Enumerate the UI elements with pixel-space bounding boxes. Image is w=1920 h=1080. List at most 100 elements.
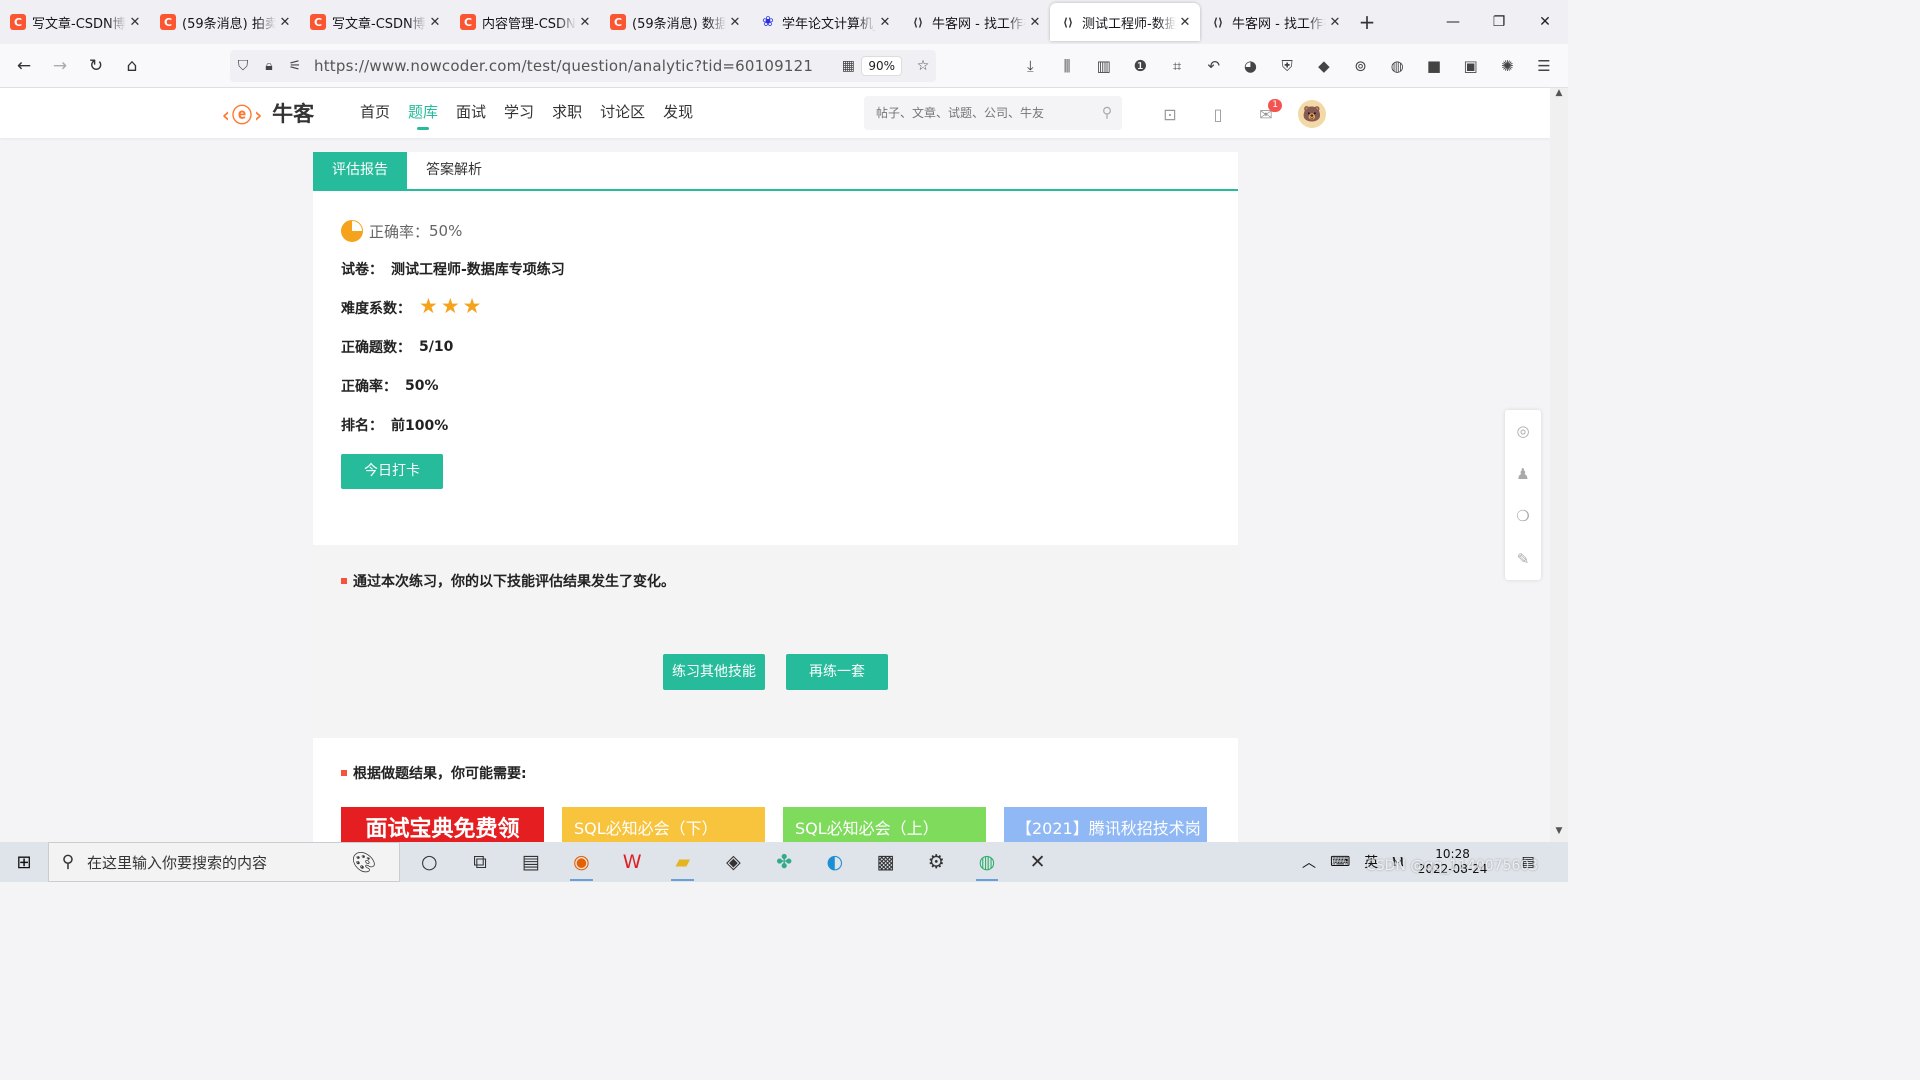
task-view-icon[interactable]: ⧉ bbox=[455, 842, 506, 882]
search-icon[interactable]: ⚲ bbox=[1092, 105, 1122, 121]
taskbar-search[interactable]: ⚲ 在这里输入你要搜索的内容 🎨︎ bbox=[48, 842, 400, 882]
zoom-level[interactable]: 90% bbox=[861, 56, 902, 76]
nowcoder-icon: ⟨⟩ bbox=[1212, 15, 1224, 29]
scroll-down-icon[interactable]: ▼ bbox=[1550, 826, 1568, 842]
bookmark-star-icon[interactable]: ☆ bbox=[910, 58, 936, 74]
qr-code-icon[interactable]: ▦ bbox=[835, 58, 861, 74]
practice-other-skills-button[interactable]: 练习其他技能 bbox=[663, 654, 765, 690]
screen-recorder-icon[interactable]: ▩ bbox=[860, 842, 911, 882]
message-icon[interactable]: ✉ 1 bbox=[1242, 99, 1290, 127]
extension-globe-icon[interactable]: ◍ bbox=[1379, 52, 1416, 80]
close-tab-icon[interactable]: ✕ bbox=[1028, 15, 1042, 30]
browser-tab[interactable]: C内容管理-CSDN创✕ bbox=[450, 0, 600, 44]
browser-tab[interactable]: ⟨⟩ 牛客网 - 找工作神 ✕ bbox=[900, 0, 1050, 44]
nav-jobs[interactable]: 求职 bbox=[544, 88, 590, 138]
close-tab-icon[interactable]: ✕ bbox=[878, 15, 892, 30]
wps-icon[interactable]: W bbox=[607, 842, 658, 882]
practice-again-button[interactable]: 再练一套 bbox=[786, 654, 888, 690]
keyboard-icon[interactable]: ⌨ bbox=[1330, 854, 1350, 870]
recommendation-card[interactable]: 面试宝典免费领 bbox=[341, 807, 544, 842]
close-window-button[interactable]: ✕ bbox=[1522, 0, 1568, 44]
file-explorer-icon[interactable]: ▰ bbox=[657, 842, 708, 882]
wechat-icon[interactable]: ◍ bbox=[962, 842, 1013, 882]
nav-discuss[interactable]: 讨论区 bbox=[592, 88, 653, 138]
wechat-icon[interactable]: ❍ bbox=[1516, 507, 1529, 525]
feedback-icon[interactable]: ✎ bbox=[1517, 550, 1530, 568]
file-manager-icon[interactable]: ▤ bbox=[505, 842, 556, 882]
weibo-icon[interactable]: ◎ bbox=[1516, 422, 1529, 440]
cortana-icon[interactable]: ○ bbox=[404, 842, 455, 882]
browser-tab[interactable]: C (59条消息) 拍卖 ✕ bbox=[150, 0, 300, 44]
extension-chat-icon[interactable]: ◕ bbox=[1232, 52, 1269, 80]
extension-dark-icon[interactable]: ■ bbox=[1416, 52, 1453, 80]
tools-icon[interactable]: ✕ bbox=[1012, 842, 1063, 882]
undo-icon[interactable]: ↶ bbox=[1195, 52, 1232, 80]
nav-interview[interactable]: 面试 bbox=[448, 88, 494, 138]
new-tab-button[interactable]: + bbox=[1350, 0, 1384, 44]
nowcoder-logo-icon: ‹ⓔ› bbox=[220, 102, 265, 127]
photos-icon[interactable]: ✤ bbox=[759, 842, 810, 882]
reload-button[interactable]: ↻ bbox=[78, 50, 114, 82]
extension-shield-icon[interactable]: ⛨ bbox=[1269, 52, 1306, 80]
nav-home[interactable]: 首页 bbox=[352, 88, 398, 138]
browser-tab[interactable]: C(59条消息) 数据库✕ bbox=[600, 0, 750, 44]
crop-icon[interactable]: ⌗ bbox=[1159, 52, 1196, 80]
tab-assessment-report[interactable]: 评估报告 bbox=[313, 152, 407, 189]
lock-icon[interactable]: 🔒︎ bbox=[256, 58, 282, 74]
menu-icon[interactable]: ☰ bbox=[1526, 52, 1563, 80]
app-download-icon[interactable]: ▯ bbox=[1194, 101, 1242, 127]
shield-icon[interactable]: ⛉ bbox=[230, 58, 256, 74]
recommendation-card[interactable]: SQL必知必会（上） bbox=[783, 807, 986, 842]
close-tab-icon[interactable]: ✕ bbox=[128, 15, 142, 30]
extension-green-icon[interactable]: ▣ bbox=[1452, 52, 1489, 80]
library-icon[interactable]: ⫼ bbox=[1049, 52, 1086, 80]
site-logo[interactable]: ‹ⓔ› 牛客 bbox=[220, 98, 314, 128]
extension-colorful-icon[interactable]: ◆ bbox=[1306, 52, 1343, 80]
share-float-bar: ◎ ♟ ❍ ✎ bbox=[1505, 410, 1541, 580]
sidebar-icon[interactable]: ▥ bbox=[1085, 52, 1122, 80]
home-button[interactable]: ⌂ bbox=[114, 50, 150, 82]
browser-tab[interactable]: ⟨⟩ 牛客网 - 找工作神 ✕ bbox=[1200, 0, 1350, 44]
recruit-icon[interactable]: ⊡ bbox=[1146, 101, 1194, 127]
recommendation-card[interactable]: 【2021】腾讯秋招技术岗 bbox=[1004, 807, 1207, 842]
extension-wheel-icon[interactable]: ✺ bbox=[1489, 52, 1526, 80]
notes-icon[interactable]: ◈ bbox=[708, 842, 759, 882]
close-tab-icon[interactable]: ✕ bbox=[728, 15, 742, 30]
search-highlight-icon: 🎨︎ bbox=[351, 850, 377, 874]
browser-tab[interactable]: C写文章-CSDN博客✕ bbox=[300, 0, 450, 44]
close-tab-icon[interactable]: ✕ bbox=[578, 15, 592, 30]
tray-chevron-icon[interactable]: ︿ bbox=[1302, 852, 1316, 872]
close-tab-icon[interactable]: ✕ bbox=[278, 15, 292, 30]
nav-discover[interactable]: 发现 bbox=[655, 88, 701, 138]
firefox-icon[interactable]: ◉ bbox=[556, 842, 607, 882]
nav-learn[interactable]: 学习 bbox=[496, 88, 542, 138]
tab-answer-analysis[interactable]: 答案解析 bbox=[407, 152, 501, 189]
forward-button[interactable]: → bbox=[42, 50, 78, 82]
windows-start-icon[interactable]: ⊞ bbox=[0, 842, 48, 882]
browser-tab[interactable]: ❀ 学年论文计算机_ ✕ bbox=[750, 0, 900, 44]
avatar[interactable]: 🐻 bbox=[1298, 100, 1326, 128]
back-button[interactable]: ← bbox=[6, 50, 42, 82]
close-tab-icon[interactable]: ✕ bbox=[428, 15, 442, 30]
url-bar[interactable]: ⛉ 🔒︎ ⚟ https://www.nowcoder.com/test/que… bbox=[230, 50, 936, 82]
restore-button[interactable]: ❐ bbox=[1476, 0, 1522, 44]
qq-icon[interactable]: ♟ bbox=[1516, 465, 1529, 483]
recommendation-card[interactable]: SQL必知必会（下） bbox=[562, 807, 765, 842]
browser-tab[interactable]: C写文章-CSDN博客✕ bbox=[0, 0, 150, 44]
site-search-input[interactable] bbox=[864, 106, 1092, 120]
checkin-button[interactable]: 今日打卡 bbox=[341, 454, 443, 489]
extension-1-icon[interactable]: ❶ bbox=[1122, 52, 1159, 80]
close-tab-icon[interactable]: ✕ bbox=[1328, 15, 1342, 30]
extension-link-icon[interactable]: ⊚ bbox=[1342, 52, 1379, 80]
settings-icon[interactable]: ⚙ bbox=[911, 842, 962, 882]
page-scrollbar[interactable]: ▲ ▼ bbox=[1550, 88, 1568, 842]
edge-icon[interactable]: ◐ bbox=[810, 842, 861, 882]
nav-question-bank[interactable]: 题库 bbox=[400, 88, 446, 138]
download-icon[interactable]: ⤓ bbox=[1012, 52, 1049, 80]
browser-tab-active[interactable]: ⟨⟩测试工程师-数据库✕ bbox=[1050, 3, 1200, 41]
minimize-button[interactable]: — bbox=[1430, 0, 1476, 44]
scroll-up-icon[interactable]: ▲ bbox=[1550, 88, 1568, 104]
url-text[interactable]: https://www.nowcoder.com/test/question/a… bbox=[308, 57, 835, 75]
permissions-icon[interactable]: ⚟ bbox=[282, 58, 308, 74]
close-tab-icon[interactable]: ✕ bbox=[1178, 15, 1192, 30]
